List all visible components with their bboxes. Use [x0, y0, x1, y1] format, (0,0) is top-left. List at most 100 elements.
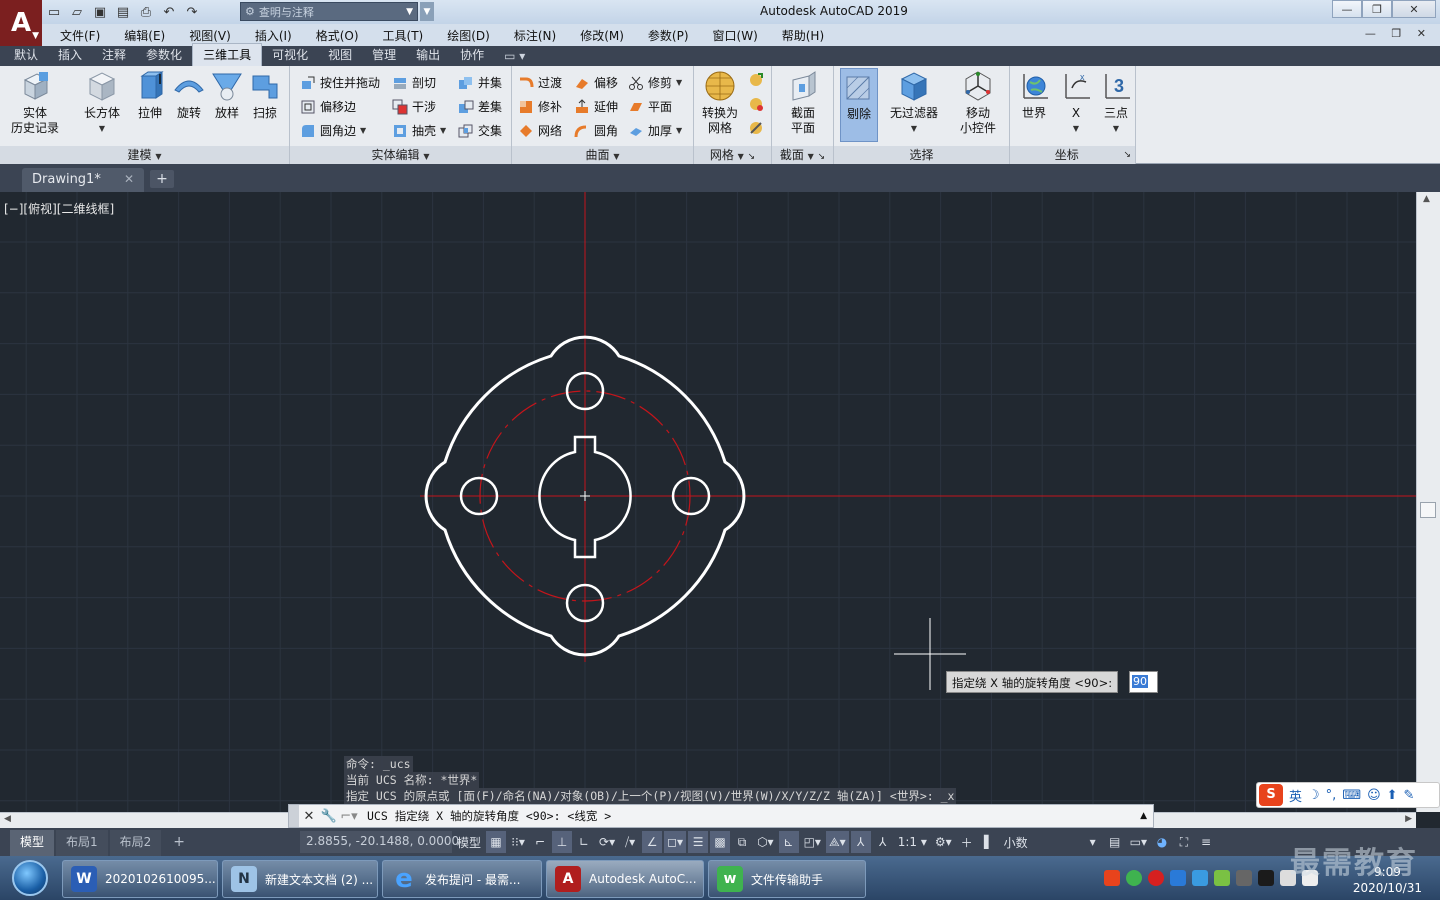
revolve-button[interactable]: 旋转 — [170, 70, 208, 121]
sweep-button[interactable]: 扫掠 — [246, 70, 284, 121]
intersect-button[interactable]: 交集 — [458, 122, 502, 139]
wrench-icon[interactable]: ✎ — [1404, 788, 1415, 803]
undo-icon[interactable]: ↶ — [159, 3, 179, 21]
subtract-button[interactable]: 差集 — [458, 98, 502, 115]
save-icon[interactable]: ▣ — [90, 3, 110, 21]
ime-mode[interactable]: 英 — [1289, 786, 1302, 805]
ime-toolbar[interactable]: S 英 ☽ °, ⌨ ☺ ⬆ ✎ — [1256, 782, 1440, 808]
infer-constraints-icon[interactable]: ⌐ — [530, 831, 550, 853]
wechat-tray-icon[interactable] — [1126, 870, 1142, 886]
surface-fillet-button[interactable]: 圆角 — [574, 122, 618, 139]
new-drawing-button[interactable]: + — [150, 170, 174, 188]
menu-file[interactable]: 文件(F) — [48, 27, 112, 44]
quick-properties-icon[interactable]: ▤ — [1105, 831, 1125, 853]
document-tab-drawing1[interactable]: Drawing1* ✕ — [22, 168, 144, 192]
workspace-search-box[interactable]: ⚙ 查明与注释 ▼ — [240, 2, 418, 21]
tab-output[interactable]: 输出 — [406, 44, 450, 66]
hardware-acceleration-icon[interactable]: ▭▾ — [1127, 831, 1150, 853]
command-input-text[interactable]: UCS 指定绕 X 轴的旋转角度 <90>: <线宽 > — [367, 808, 611, 824]
tab-insert[interactable]: 插入 — [48, 44, 92, 66]
panel-modeling-title[interactable]: 建模 ▼ — [0, 146, 289, 164]
mesh-tool-2-icon[interactable] — [748, 96, 764, 112]
menu-edit[interactable]: 编辑(E) — [112, 27, 177, 44]
patch-button[interactable]: 修补 — [518, 98, 562, 115]
panel-coordinates-title[interactable]: 坐标 ↘ — [1010, 146, 1135, 164]
taskbar-item-browser[interactable]: e 发布提问 - 最需... — [382, 860, 542, 898]
gizmo-icon[interactable]: ⟁▾ — [825, 831, 849, 853]
new-file-icon[interactable]: ▭ — [44, 3, 64, 21]
network-icon[interactable] — [1236, 870, 1252, 886]
plus-icon[interactable]: ＋ — [957, 831, 977, 853]
close-icon[interactable]: ✕ — [124, 172, 134, 188]
tab-collaborate[interactable]: 协作 — [450, 44, 494, 66]
grid-icon[interactable]: ▦ — [486, 831, 507, 853]
isolate-objects-icon[interactable]: ◕ — [1152, 831, 1172, 853]
menu-format[interactable]: 格式(O) — [304, 27, 371, 44]
units-dropdown[interactable]: 小数 — [1001, 831, 1081, 853]
tab-layout1[interactable]: 布局1 — [56, 830, 108, 856]
close-icon[interactable]: ✕ — [299, 809, 319, 824]
keyboard-icon[interactable]: ⌨ — [1342, 788, 1361, 803]
qq-icon[interactable] — [1258, 870, 1274, 886]
box-button[interactable]: 长方体 ▼ — [80, 70, 124, 136]
command-line-grip[interactable] — [289, 805, 299, 827]
menu-tools[interactable]: 工具(T) — [371, 27, 436, 44]
ucs-3point-button[interactable]: 3 三点 ▼ — [1096, 70, 1136, 136]
tab-home[interactable]: 默认 — [4, 44, 48, 66]
punctuation-icon[interactable]: °, — [1326, 788, 1337, 803]
shell-button[interactable]: 抽壳 ▼ — [392, 122, 446, 139]
minimize-button[interactable]: — — [1332, 0, 1362, 18]
panel-surface-title[interactable]: 曲面 ▼ — [512, 146, 693, 164]
dynamic-input-value[interactable]: 90 — [1129, 671, 1158, 693]
weibo-tray-icon[interactable] — [1148, 870, 1164, 886]
customization-icon[interactable]: ≡ — [1196, 831, 1216, 853]
tab-parametric[interactable]: 参数化 — [136, 44, 192, 66]
presspull-button[interactable]: 按住并拖动 — [300, 74, 380, 91]
dynamic-ucs-icon[interactable]: ⊾ — [778, 831, 799, 853]
transparency-icon[interactable]: ▩ — [710, 831, 731, 853]
add-layout-button[interactable]: + — [163, 831, 195, 856]
section-plane-button[interactable]: 截面 平面 — [780, 70, 826, 136]
restore-button[interactable]: ❐ — [1362, 0, 1392, 18]
cube-icon[interactable] — [1192, 870, 1208, 886]
chevron-up-icon[interactable]: ▲ — [1140, 811, 1147, 821]
clean-screen-icon[interactable]: ⛶ — [1174, 831, 1194, 853]
annotation-visibility-icon[interactable]: ⅄ — [850, 831, 871, 853]
moon-icon[interactable]: ☽ — [1308, 788, 1320, 803]
taskbar-item-wechat[interactable]: w 文件传输助手 — [708, 860, 866, 898]
panel-solid-editing-title[interactable]: 实体编辑 ▼ — [290, 146, 511, 164]
shield-icon[interactable] — [1170, 870, 1186, 886]
offset-edge-button[interactable]: 偏移边 — [300, 98, 356, 115]
chevron-down-icon[interactable]: ▾ — [1083, 831, 1103, 853]
polar-icon[interactable]: ⟳▾ — [596, 831, 618, 853]
culling-button[interactable]: 剔除 — [840, 68, 878, 142]
panel-section-title[interactable]: 截面 ▼ ↘ — [772, 146, 833, 164]
redo-icon[interactable]: ↷ — [182, 3, 202, 21]
thicken-button[interactable]: 加厚 ▼ — [628, 122, 682, 139]
start-button[interactable] — [2, 858, 58, 898]
menu-modify[interactable]: 修改(M) — [568, 27, 636, 44]
ucs-world-button[interactable]: 世界 — [1014, 70, 1054, 121]
ortho-icon[interactable]: ∟ — [574, 831, 594, 853]
panel-mesh-title[interactable]: 网格 ▼ ↘ — [694, 146, 771, 164]
vertical-scrollbar[interactable]: ▲▼ — [1416, 192, 1440, 812]
tab-visualize[interactable]: 可视化 — [262, 44, 318, 66]
tab-view[interactable]: 视图 — [318, 44, 362, 66]
taskbar-item-notepad[interactable]: N 新建文本文档 (2) ... — [222, 860, 378, 898]
menu-insert[interactable]: 插入(I) — [243, 27, 304, 44]
tab-manage[interactable]: 管理 — [362, 44, 406, 66]
shirt-icon[interactable]: ⬆ — [1387, 788, 1398, 803]
menu-draw[interactable]: 绘图(D) — [435, 27, 502, 44]
menu-parametric[interactable]: 参数(P) — [636, 27, 701, 44]
no-filter-button[interactable]: 无过滤器 ▼ — [884, 70, 944, 136]
mesh-tool-3-icon[interactable] — [748, 120, 764, 136]
trim-button[interactable]: 修剪 ▼ — [628, 74, 682, 91]
surface-offset-button[interactable]: 偏移 — [574, 74, 618, 91]
nvidia-icon[interactable] — [1214, 870, 1230, 886]
tab-annotate[interactable]: 注释 — [92, 44, 136, 66]
print-icon[interactable]: ⎙ — [136, 3, 156, 21]
ucs-x-button[interactable]: x X ▼ — [1056, 70, 1096, 136]
model-space-button[interactable]: 模型 — [454, 831, 484, 853]
gear-icon[interactable]: ⚙▾ — [932, 831, 955, 853]
viewport-controls-label[interactable]: [−][俯视][二维线框] — [4, 200, 114, 217]
